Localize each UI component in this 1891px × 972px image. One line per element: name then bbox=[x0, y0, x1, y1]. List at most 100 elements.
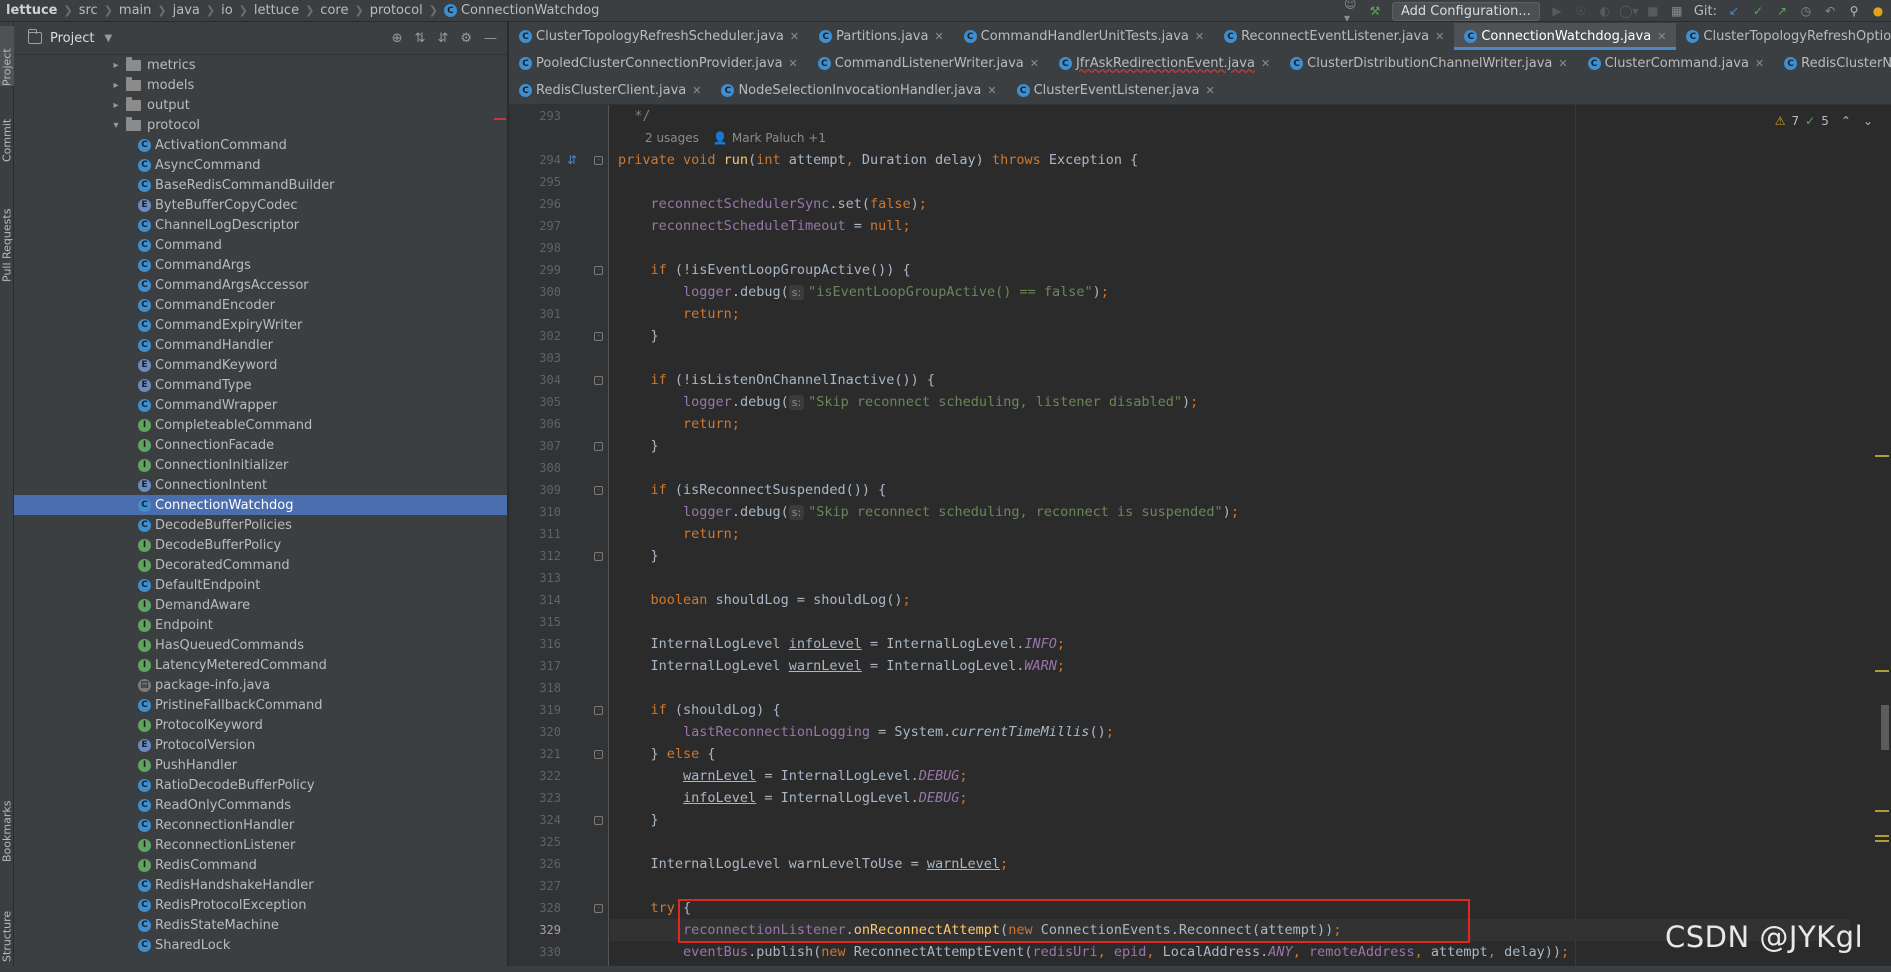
tree-file-item[interactable]: C ConnectionWatchdog bbox=[14, 495, 507, 515]
debug-icon[interactable]: ☉ bbox=[1574, 4, 1588, 18]
git-push-icon[interactable]: ↗ bbox=[1775, 4, 1789, 18]
editor-tab[interactable]: C JfrAskRedirectionEvent.java ✕ bbox=[1049, 50, 1280, 77]
close-icon[interactable]: ✕ bbox=[1755, 57, 1764, 70]
tree-file-item[interactable]: I DecoratedCommand bbox=[14, 555, 507, 575]
line-number[interactable]: 314 bbox=[509, 593, 561, 607]
code-line[interactable]: reconnectScheduleTimeout = null; bbox=[618, 215, 911, 237]
breadcrumb-item[interactable]: lettuce bbox=[254, 3, 299, 18]
code-area[interactable]: */ private void run(int attempt, Duration… bbox=[610, 105, 1850, 972]
tree-folder-protocol[interactable]: ▾ protocol bbox=[14, 115, 507, 135]
close-icon[interactable]: ✕ bbox=[1435, 30, 1444, 43]
line-number[interactable]: 297 bbox=[509, 219, 561, 233]
editor-tab[interactable]: C CommandListenerWriter.java ✕ bbox=[808, 50, 1049, 77]
editor-tab[interactable]: C CommandHandlerUnitTests.java ✕ bbox=[954, 23, 1214, 50]
line-number[interactable]: 313 bbox=[509, 571, 561, 585]
line-number[interactable]: 295 bbox=[509, 175, 561, 189]
chevron-down-icon[interactable]: ▾ bbox=[110, 120, 122, 131]
code-line[interactable]: logger.debug(s: "Skip reconnect schedulin… bbox=[618, 501, 1239, 523]
expand-all-icon[interactable]: ⇅ bbox=[415, 31, 426, 46]
editor-tab[interactable]: C ReconnectEventListener.java ✕ bbox=[1214, 23, 1454, 50]
line-number[interactable]: 322 bbox=[509, 769, 561, 783]
tree-file-item[interactable]: I ReconnectionListener bbox=[14, 835, 507, 855]
usages-lens[interactable]: 2 usages 👤 Mark Paluch +1 bbox=[645, 131, 826, 145]
fold-marker-icon[interactable]: - bbox=[594, 266, 603, 275]
tree-file-item[interactable]: C CommandArgsAccessor bbox=[14, 275, 507, 295]
pull-requests-tool-tab[interactable]: Pull Requests bbox=[0, 182, 14, 282]
tree-file-item[interactable]: C DefaultEndpoint bbox=[14, 575, 507, 595]
tree-file-item[interactable]: C CommandHandler bbox=[14, 335, 507, 355]
code-line[interactable]: reconnectSchedulerSync.set(false); bbox=[618, 193, 927, 215]
code-line[interactable]: if (shouldLog) { bbox=[618, 699, 781, 721]
tree-file-item[interactable]: C RedisStateMachine bbox=[14, 915, 507, 935]
editor-tab[interactable]: C RedisClusterClient.java ✕ bbox=[509, 77, 711, 104]
tree-file-item[interactable]: E ProtocolVersion bbox=[14, 735, 507, 755]
breadcrumb-item[interactable]: java bbox=[173, 3, 200, 18]
add-configuration-button[interactable]: Add Configuration... bbox=[1391, 1, 1540, 21]
tree-file-item[interactable]: I CompleteableCommand bbox=[14, 415, 507, 435]
line-number[interactable]: 303 bbox=[509, 351, 561, 365]
close-icon[interactable]: ✕ bbox=[1657, 30, 1666, 43]
line-number[interactable]: 330 bbox=[509, 945, 561, 959]
error-stripe[interactable] bbox=[1873, 105, 1891, 972]
breadcrumb-item[interactable]: io bbox=[221, 3, 233, 18]
editor-tab[interactable]: C ClusterEventListener.java ✕ bbox=[1007, 77, 1225, 104]
line-number[interactable]: 294 bbox=[509, 153, 561, 167]
code-line[interactable]: return; bbox=[618, 413, 740, 435]
code-line[interactable]: return; bbox=[618, 303, 740, 325]
tree-file-item[interactable]: C RedisHandshakeHandler bbox=[14, 875, 507, 895]
line-number[interactable]: 324 bbox=[509, 813, 561, 827]
breadcrumb-item[interactable]: main bbox=[119, 3, 151, 18]
editor-tab[interactable]: C PooledClusterConnectionProvider.java ✕ bbox=[509, 50, 808, 77]
fold-marker-icon[interactable]: - bbox=[594, 816, 603, 825]
warning-mark[interactable] bbox=[1875, 835, 1889, 837]
gear-icon[interactable]: ⚙ bbox=[460, 31, 472, 46]
close-icon[interactable]: ✕ bbox=[790, 30, 799, 43]
bookmarks-tool-tab[interactable]: Bookmarks bbox=[0, 782, 14, 862]
line-number[interactable]: 299 bbox=[509, 263, 561, 277]
close-icon[interactable]: ✕ bbox=[692, 84, 701, 97]
code-line[interactable]: logger.debug(s: "isEventLoopGroupActive()… bbox=[618, 281, 1109, 303]
line-number[interactable]: 308 bbox=[509, 461, 561, 475]
line-number[interactable]: 326 bbox=[509, 857, 561, 871]
tree-file-item[interactable]: I PushHandler bbox=[14, 755, 507, 775]
locate-file-icon[interactable]: ⊕ bbox=[392, 31, 403, 46]
hide-panel-icon[interactable]: — bbox=[484, 31, 497, 46]
chevron-right-icon[interactable]: ▸ bbox=[110, 80, 122, 91]
code-line[interactable]: } else { bbox=[618, 743, 716, 765]
tree-file-item[interactable]: I ConnectionInitializer bbox=[14, 455, 507, 475]
editor-tab[interactable]: C NodeSelectionInvocationHandler.java ✕ bbox=[711, 77, 1006, 104]
editor-tab[interactable]: C ClusterDistributionChannelWriter.java ✕ bbox=[1280, 50, 1577, 77]
line-number[interactable]: 317 bbox=[509, 659, 561, 673]
tree-file-item[interactable]: C ReconnectionHandler bbox=[14, 815, 507, 835]
editor-tab[interactable]: C ClusterCommand.java ✕ bbox=[1578, 50, 1775, 77]
line-number[interactable]: 328 bbox=[509, 901, 561, 915]
warning-mark[interactable] bbox=[1875, 455, 1889, 457]
code-line[interactable]: logger.debug(s: "Skip reconnect schedulin… bbox=[618, 391, 1198, 413]
code-line[interactable]: } bbox=[618, 435, 659, 457]
run-icon[interactable]: ▶ bbox=[1550, 4, 1564, 18]
breadcrumb-item[interactable]: protocol bbox=[370, 3, 423, 18]
code-line[interactable]: } bbox=[618, 545, 659, 567]
line-number[interactable]: 321 bbox=[509, 747, 561, 761]
inspection-widget[interactable]: ⚠ 7 ✓ 5 ⌃ ⌄ bbox=[1775, 114, 1873, 128]
line-number[interactable]: 302 bbox=[509, 329, 561, 343]
tree-file-item[interactable]: C ChannelLogDescriptor bbox=[14, 215, 507, 235]
stop-icon[interactable]: ■ bbox=[1646, 4, 1660, 18]
code-line[interactable]: */ bbox=[618, 105, 650, 127]
project-panel-title[interactable]: Project bbox=[50, 31, 94, 46]
updates-icon[interactable]: ● bbox=[1871, 4, 1885, 18]
editor-tab[interactable]: CClusterTopologyRefreshOptions.java✕ bbox=[1676, 23, 1891, 50]
fold-marker-icon[interactable]: - bbox=[594, 442, 603, 451]
profile-icon[interactable]: ◯▾ bbox=[1619, 4, 1638, 18]
tree-file-item[interactable]: C CommandArgs bbox=[14, 255, 507, 275]
chevron-right-icon[interactable]: ▸ bbox=[110, 60, 122, 71]
tree-file-item[interactable]: C BaseRedisCommandBuilder bbox=[14, 175, 507, 195]
warning-mark[interactable] bbox=[1875, 810, 1889, 812]
line-number[interactable]: 319 bbox=[509, 703, 561, 717]
code-line[interactable]: InternalLogLevel infoLevel = InternalLog… bbox=[618, 633, 1066, 655]
fold-marker-icon[interactable]: - bbox=[594, 904, 603, 913]
line-number[interactable]: 304 bbox=[509, 373, 561, 387]
code-line[interactable]: eventBus.publish(new ReconnectAttemptEve… bbox=[618, 941, 1569, 963]
tree-file-item[interactable]: C DecodeBufferPolicies bbox=[14, 515, 507, 535]
code-line[interactable]: } bbox=[618, 809, 659, 831]
